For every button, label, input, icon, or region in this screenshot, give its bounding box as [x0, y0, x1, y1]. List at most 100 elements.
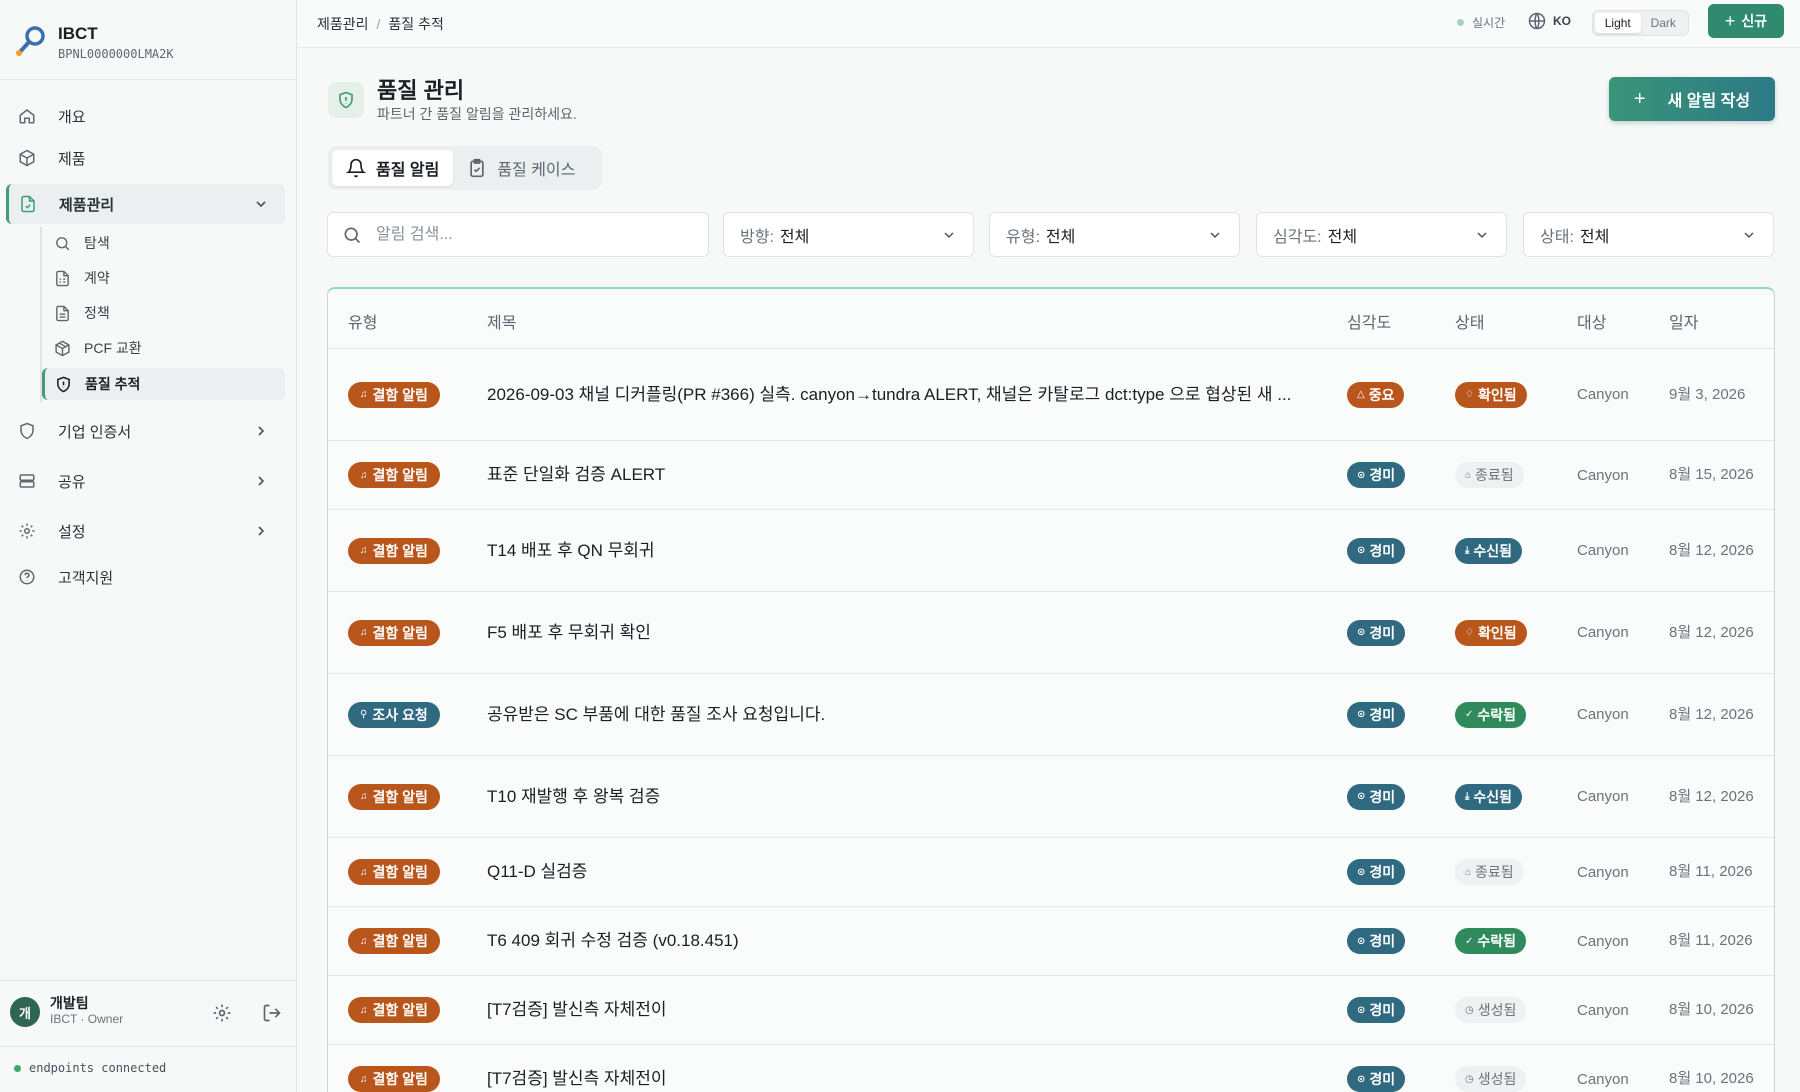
severity-cell: ⊙ 경미: [1347, 838, 1406, 906]
bell-icon: ♫: [360, 1073, 368, 1085]
filter-label: 상태:: [1540, 228, 1574, 246]
table-row[interactable]: ♫ 결함 알림 [T7검증] 발신측 자체전이 ⊙ 경미 ◷ 생성됨 Canyon 8…: [328, 976, 1774, 1045]
type-badge-label: 조사 요청: [372, 706, 428, 723]
severity-badge-label: 경미: [1369, 542, 1396, 559]
breadcrumb-separator: /: [376, 16, 381, 32]
date-cell: 9월 3, 2026: [1669, 385, 1746, 403]
sidebar-item-product-mgmt[interactable]: 제품관리: [6, 184, 285, 224]
clipboard-check-icon: [470, 158, 484, 178]
title-cell[interactable]: T6 409 회귀 수정 검증 (v0.18.451): [487, 907, 1307, 975]
avatar[interactable]: 개: [10, 997, 40, 1027]
table-row[interactable]: ♫ 결함 알림 T10 재발행 후 왕복 검증 ⊙ 경미 ⤓ 수신됨 Canyon 8…: [328, 756, 1774, 838]
brand-header[interactable]: IBCT BPNL0000000LMA2K: [0, 0, 296, 80]
bell-icon: ♫: [360, 469, 368, 481]
logout-icon[interactable]: [262, 1003, 282, 1023]
column-header-target[interactable]: 대상: [1577, 309, 1606, 333]
status-dot: [14, 1065, 21, 1072]
status-cell: ◷ 생성됨: [1455, 1045, 1527, 1092]
bell-icon: ♫: [360, 866, 368, 878]
sidebar-item-overview[interactable]: 개요: [6, 96, 285, 136]
status-cell: ⌂ 종료됨: [1455, 441, 1524, 509]
type-badge-label: 결함 알림: [372, 1002, 428, 1018]
type-cell: ♫ 결함 알림: [348, 756, 440, 837]
sidebar-subitem-quality[interactable]: 품질 추적: [42, 368, 285, 400]
title-cell[interactable]: Q11-D 실검증: [487, 838, 1307, 906]
title-cell[interactable]: F5 배포 후 무회귀 확인: [487, 592, 1307, 673]
severity-badge-label: 중요: [1368, 386, 1395, 403]
type-badge-label: 결함 알림: [372, 624, 428, 641]
table-row[interactable]: ♫ 결함 알림 [T7검증] 발신측 자체전이 ⊙ 경미 ◷ 생성됨 Canyon 8…: [328, 1045, 1774, 1092]
title-cell[interactable]: T10 재발행 후 왕복 검증: [487, 756, 1307, 837]
severity-badge-label: 경미: [1369, 933, 1396, 949]
sidebar-item-products[interactable]: 제품: [6, 138, 285, 178]
sidebar-subitem-label: 계약: [84, 270, 110, 286]
type-badge: ♫ 결함 알림: [348, 1066, 440, 1092]
table-row[interactable]: ♫ 결함 알림 Q11-D 실검증 ⊙ 경미 ⌂ 종료됨 Canyon 8월 11, …: [328, 838, 1774, 907]
sidebar-item-certs[interactable]: 기업 인증서: [6, 411, 285, 451]
status-badge: ◷ 생성됨: [1455, 997, 1527, 1023]
table-row[interactable]: ♫ 결함 알림 T14 배포 후 QN 무회귀 ⊙ 경미 ⤓ 수신됨 Canyon 8…: [328, 510, 1774, 592]
type-badge: ♫ 결함 알림: [348, 859, 440, 885]
language-label: KO: [1553, 14, 1571, 28]
column-header-status[interactable]: 상태: [1455, 309, 1484, 333]
new-button[interactable]: + 신규: [1708, 4, 1784, 38]
title-cell[interactable]: T14 배포 후 QN 무회귀: [487, 510, 1307, 591]
info-icon: ⊙: [1357, 709, 1366, 720]
type-filter[interactable]: 유형: 전체: [989, 212, 1240, 257]
search-input[interactable]: [376, 225, 696, 244]
sidebar-item-share[interactable]: 공유: [6, 461, 285, 501]
title-cell[interactable]: 2026-09-03 채널 디커플링(PR #366) 실측. canyon→t…: [487, 349, 1307, 440]
sidebar-subitem-contract[interactable]: 계약: [42, 262, 285, 294]
status-icon: ⤓: [1465, 545, 1470, 556]
severity-cell: ⊙ 경미: [1347, 976, 1406, 1044]
filter-label: 심각도:: [1273, 228, 1322, 246]
table-row[interactable]: ♫ 결함 알림 표준 단일화 검증 ALERT ⊙ 경미 ⌂ 종료됨 Canyon 8…: [328, 441, 1774, 510]
tab-quality-alerts[interactable]: 품질 알림: [332, 150, 454, 186]
sidebar-item-settings[interactable]: 설정: [6, 511, 285, 551]
table-row[interactable]: ♫ 결함 알림 T6 409 회귀 수정 검증 (v0.18.451) ⊙ 경미 ✓…: [328, 907, 1774, 976]
status-cell: ♢ 확인됨: [1455, 592, 1527, 673]
gear-icon[interactable]: [212, 1003, 232, 1023]
realtime-label: 실시간: [1472, 16, 1506, 30]
sidebar-subitem-pcf[interactable]: PCF 교환: [42, 332, 285, 364]
package-icon: [52, 338, 72, 358]
table-row[interactable]: ♫ 결함 알림 F5 배포 후 무회귀 확인 ⊙ 경미 ♢ 확인됨 Canyon 8월…: [328, 592, 1774, 674]
column-header-type[interactable]: 유형: [348, 309, 377, 333]
sidebar-subitem-search[interactable]: 탐색: [42, 227, 285, 259]
help-icon: [16, 566, 38, 588]
tab-quality-cases[interactable]: 품질 케이스: [453, 150, 589, 186]
type-badge: ⚲ 조사 요청: [348, 701, 440, 728]
info-icon: ⊙: [1357, 791, 1366, 802]
sidebar-subitem-policy[interactable]: 정책: [42, 297, 285, 329]
table-row[interactable]: ♫ 결함 알림 2026-09-03 채널 디커플링(PR #366) 실측. c…: [328, 349, 1774, 441]
status-badge: ✓ 수락됨: [1455, 928, 1527, 954]
status-icon: ♢: [1465, 627, 1474, 638]
column-header-date[interactable]: 일자: [1669, 309, 1698, 333]
status-cell: ⌂ 종료됨: [1455, 838, 1524, 906]
status-badge-label: 수락됨: [1477, 706, 1517, 723]
create-alert-button[interactable]: + 새 알림 작성: [1609, 77, 1775, 121]
direction-filter[interactable]: 방향: 전체: [723, 212, 974, 257]
title-cell[interactable]: [T7검증] 발신측 자체전이: [487, 976, 1307, 1044]
date-cell: 8월 12, 2026: [1669, 623, 1754, 641]
title-cell[interactable]: 표준 단일화 검증 ALERT: [487, 441, 1307, 509]
severity-filter[interactable]: 심각도: 전체: [1256, 212, 1507, 257]
title-cell[interactable]: 공유받은 SC 부품에 대한 품질 조사 요청입니다.: [487, 674, 1307, 755]
severity-badge: ⊙ 경미: [1347, 783, 1406, 810]
chevron-down-icon: [1210, 232, 1220, 239]
status-filter[interactable]: 상태: 전체: [1523, 212, 1774, 257]
sidebar-item-support[interactable]: 고객지원: [6, 557, 285, 597]
language-switcher[interactable]: KO: [1527, 11, 1571, 31]
table-row[interactable]: ⚲ 조사 요청 공유받은 SC 부품에 대한 품질 조사 요청입니다. ⊙ 경미 ✓…: [328, 674, 1774, 756]
bell-icon: ♫: [360, 791, 368, 802]
theme-dark-option[interactable]: Dark: [1641, 13, 1687, 33]
sidebar-item-label: 개요: [58, 108, 86, 126]
column-header-severity[interactable]: 심각도: [1347, 309, 1391, 333]
type-cell: ♫ 결함 알림: [348, 838, 440, 906]
column-header-title[interactable]: 제목: [487, 309, 516, 333]
filter-value: 전체: [1045, 228, 1076, 246]
target-cell: Canyon: [1577, 542, 1629, 559]
breadcrumb-parent[interactable]: 제품관리: [317, 16, 369, 32]
title-cell[interactable]: [T7검증] 발신측 자체전이: [487, 1045, 1307, 1092]
theme-light-option[interactable]: Light: [1595, 13, 1641, 33]
